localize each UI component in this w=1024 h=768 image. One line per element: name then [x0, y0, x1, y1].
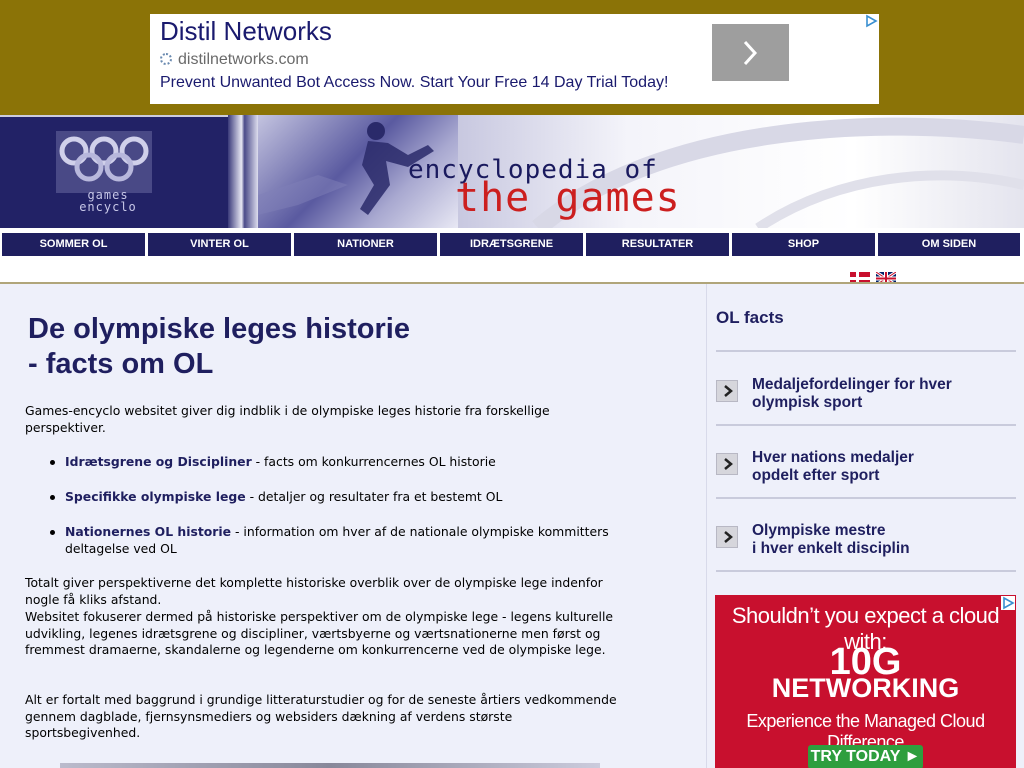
nav-shop[interactable]: SHOP — [732, 233, 875, 256]
arrow-right-icon — [716, 380, 738, 402]
sidebar-item-line2[interactable]: i hver enkelt disciplin — [752, 540, 1012, 558]
link-idraetsgrene[interactable]: Idrætsgrene og Discipliner — [65, 454, 252, 469]
ad-title[interactable]: Distil Networks — [160, 16, 332, 47]
intro-paragraph: Games-encyclo websitet giver dig indblik… — [25, 403, 550, 435]
ad-description[interactable]: Prevent Unwanted Bot Access Now. Start Y… — [160, 74, 668, 92]
olympic-rings-logo-icon — [56, 131, 152, 193]
bullet-dot — [50, 460, 55, 465]
bullet-text: - detaljer og resultater fra et bestemt … — [245, 489, 503, 504]
page-title-line2: - facts om OL — [28, 348, 214, 380]
ad-arrow-button[interactable] — [712, 24, 789, 81]
page-title: De olympiske leges historie - facts om O… — [28, 312, 410, 382]
sidebar-item-line2[interactable]: olympisk sport — [752, 394, 1012, 412]
banner-tagline-2: the games — [455, 175, 681, 221]
page-title-line1: De olympiske leges historie — [28, 313, 410, 345]
sidebar-item-line1[interactable]: Medaljefordelinger for hver — [752, 376, 1012, 394]
link-nationernes-historie[interactable]: Nationernes OL historie — [65, 524, 231, 539]
chevron-right-icon — [743, 40, 758, 66]
site-banner: games encyclo encyclopedia of the games — [0, 115, 1024, 228]
sidebar-item-line1[interactable]: Olympiske mestre — [752, 522, 1012, 540]
sidebar-item-olympiske-mestre[interactable]: Olympiske mestre i hver enkelt disciplin — [716, 522, 1016, 562]
globe-icon — [160, 53, 172, 65]
ad-url[interactable]: distilnetworks.com — [160, 51, 309, 69]
nav-sommer-ol[interactable]: SOMMER OL — [2, 233, 145, 256]
sidebar-divider — [716, 350, 1016, 352]
main-content: De olympiske leges historie - facts om O… — [0, 284, 706, 768]
adchoices-icon[interactable] — [1001, 596, 1015, 610]
paragraph: Websitet fokuserer dermed på historiske … — [25, 609, 614, 657]
banner-stripe — [228, 115, 258, 228]
top-ad-band: Distil Networks distilnetworks.com Preve… — [0, 0, 1024, 115]
bullet-text: - facts om konkurrencernes OL historie — [251, 454, 496, 469]
sidebar-title: OL facts — [716, 308, 784, 327]
arrow-right-icon — [716, 526, 738, 548]
paragraph: Totalt giver perspektiverne det komplett… — [25, 575, 603, 607]
ad-url-text[interactable]: distilnetworks.com — [178, 51, 309, 68]
logo-text-2: encyclo — [79, 200, 137, 214]
bullet-dot — [50, 530, 55, 535]
nav-nationer[interactable]: NATIONER — [294, 233, 437, 256]
main-nav: SOMMER OL VINTER OL NATIONER IDRÆTSGRENE… — [0, 229, 1024, 259]
side-ad-line3[interactable]: NETWORKING — [715, 673, 1016, 704]
try-today-button[interactable]: TRY TODAY ► — [808, 745, 923, 768]
sidebar-divider — [716, 424, 1016, 426]
adchoices-icon[interactable] — [864, 14, 878, 28]
nav-resultater[interactable]: RESULTATER — [586, 233, 729, 256]
link-specifikke-lege[interactable]: Specifikke olympiske lege — [65, 489, 246, 504]
sidebar-item-label[interactable]: Hver nations medaljer opdelt efter sport — [752, 449, 1012, 485]
logo-text: games encyclo — [60, 189, 156, 213]
sidebar-item-label[interactable]: Medaljefordelinger for hver olympisk spo… — [752, 376, 1012, 412]
sidebar-item-line1[interactable]: Hver nations medaljer — [752, 449, 1012, 467]
sidebar-item-nations-medaljer[interactable]: Hver nations medaljer opdelt efter sport — [716, 449, 1016, 489]
sidebar-item-label[interactable]: Olympiske mestre i hver enkelt disciplin — [752, 522, 1012, 558]
sidebar-item-line2[interactable]: opdelt efter sport — [752, 467, 1012, 485]
side-ad[interactable]: Shouldn’t you expect a cloud with: 10G N… — [715, 595, 1016, 768]
nav-om-siden[interactable]: OM SIDEN — [878, 233, 1020, 256]
nav-vinter-ol[interactable]: VINTER OL — [148, 233, 291, 256]
sidebar-divider — [716, 497, 1016, 499]
bottom-image-strip — [60, 763, 600, 768]
bullet-dot — [50, 495, 55, 500]
logo-panel[interactable]: games encyclo — [0, 115, 228, 228]
arrow-right-icon — [716, 453, 738, 475]
nav-idraetsgrene[interactable]: IDRÆTSGRENE — [440, 233, 583, 256]
top-ad[interactable]: Distil Networks distilnetworks.com Preve… — [150, 14, 879, 104]
sidebar-item-medaljefordelinger[interactable]: Medaljefordelinger for hver olympisk spo… — [716, 376, 1016, 416]
sidebar-divider — [716, 570, 1016, 572]
paragraph: Alt er fortalt med baggrund i grundige l… — [25, 692, 617, 740]
